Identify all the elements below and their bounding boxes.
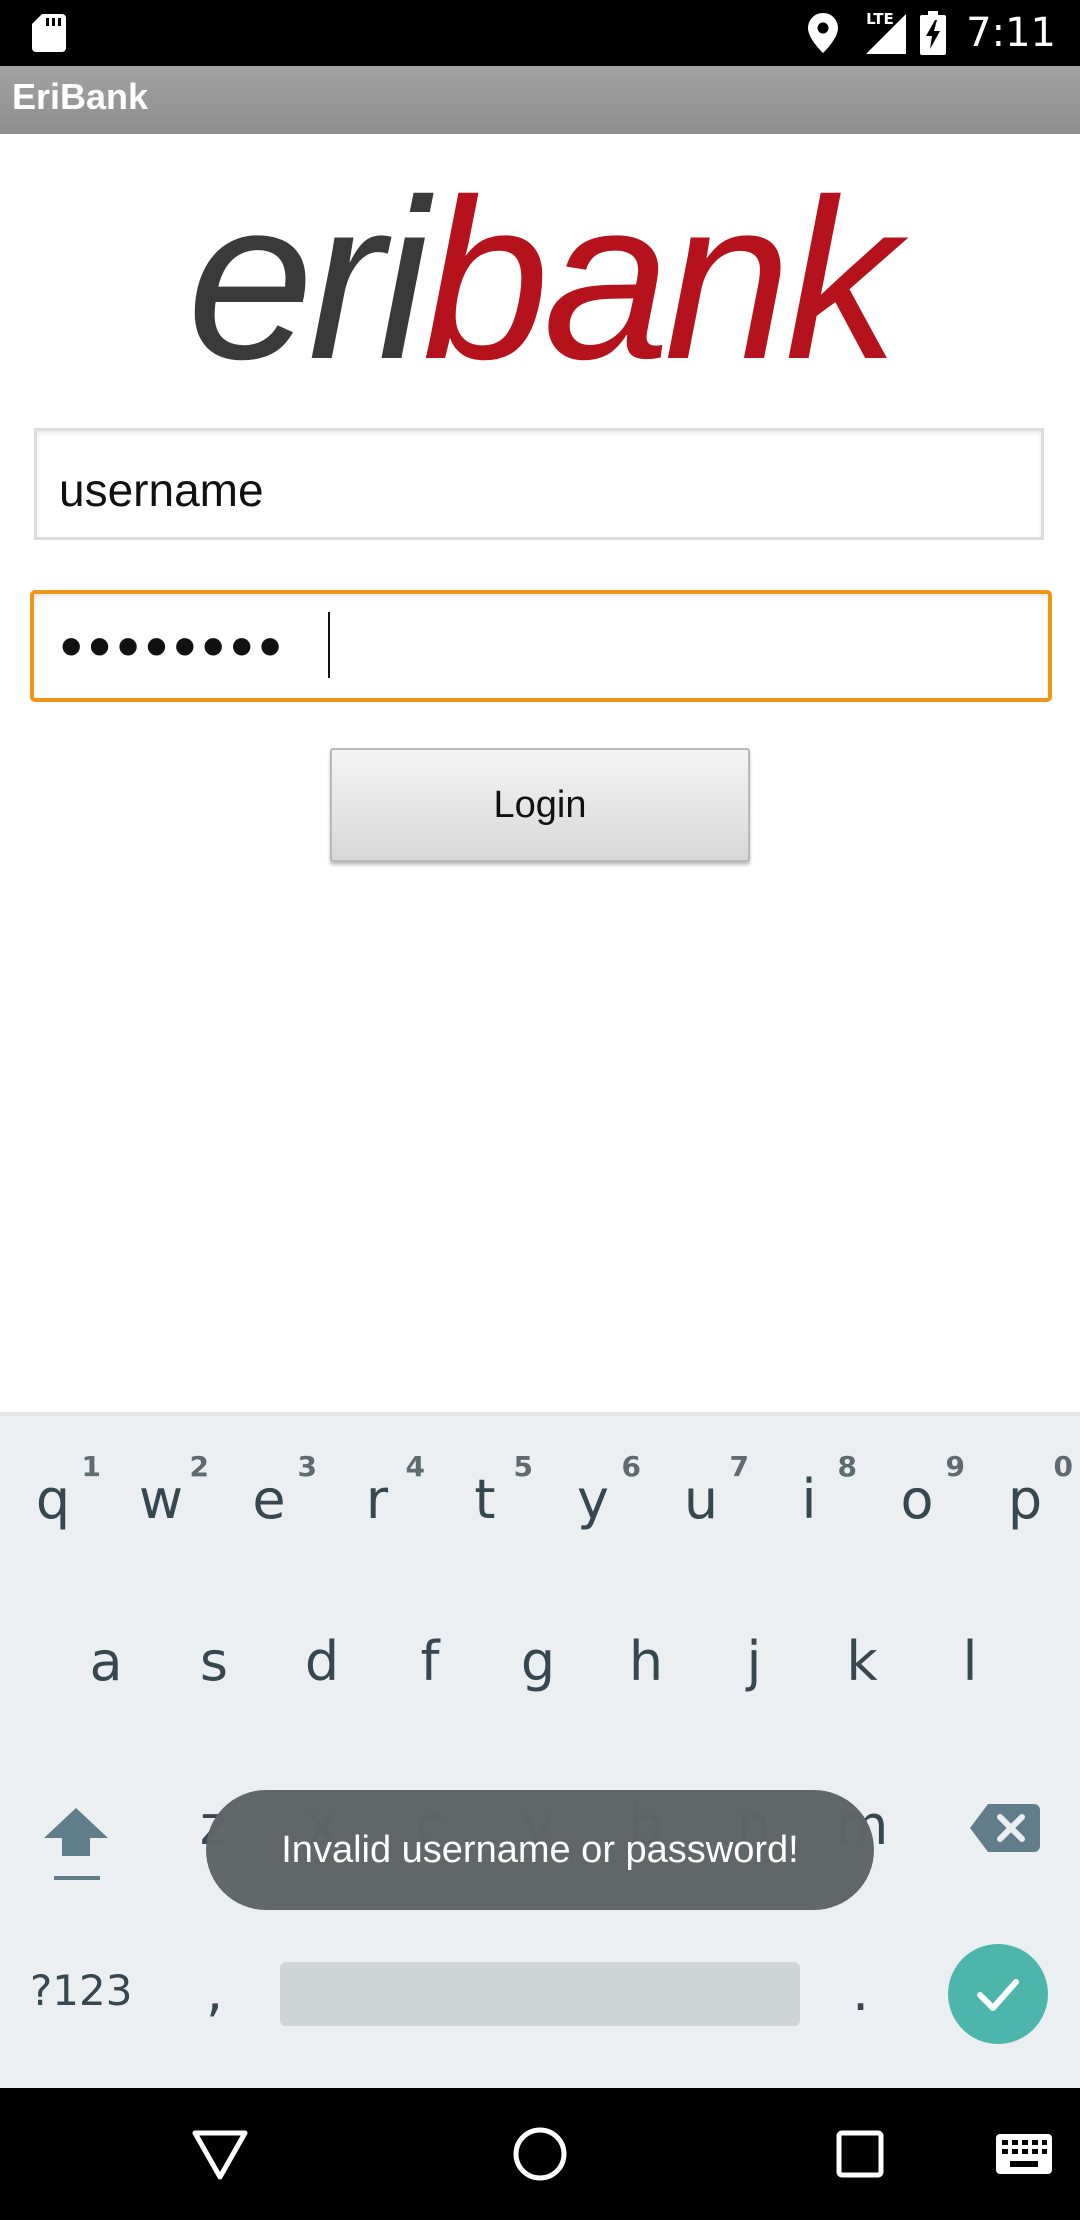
key-d[interactable]: d: [272, 1630, 372, 1720]
login-button[interactable]: Login: [330, 748, 750, 862]
backspace-icon[interactable]: [970, 1804, 1040, 1852]
password-mask: ••••••••: [60, 610, 288, 682]
app-title: EriBank: [12, 76, 149, 117]
action-bar: EriBank: [0, 66, 1080, 134]
key-e[interactable]: 3e: [219, 1450, 319, 1558]
navigation-bar: [0, 2088, 1080, 2220]
key-g[interactable]: g: [488, 1630, 588, 1720]
comma-key[interactable]: ,: [206, 1960, 223, 2023]
key-t[interactable]: 5t: [435, 1450, 535, 1558]
key-i[interactable]: 8i: [759, 1450, 859, 1558]
key-w[interactable]: 2w: [111, 1450, 211, 1558]
toast-message: Invalid username or password!: [281, 1828, 799, 1871]
key-a[interactable]: a: [56, 1630, 156, 1720]
home-icon[interactable]: [512, 2126, 568, 2182]
clock: 7:11: [966, 10, 1056, 56]
error-toast: Invalid username or password!: [206, 1790, 874, 1910]
symbols-key[interactable]: ?123: [30, 1966, 132, 2015]
key-q[interactable]: 1q: [3, 1450, 103, 1558]
username-value: username: [59, 464, 264, 516]
key-f[interactable]: f: [380, 1630, 480, 1720]
key-j[interactable]: j: [704, 1630, 804, 1720]
eribank-logo: eribank: [187, 168, 915, 378]
sd-card-icon: [32, 14, 66, 52]
shift-icon[interactable]: [36, 1800, 116, 1890]
period-key[interactable]: .: [852, 1960, 869, 2023]
key-u[interactable]: 7u: [651, 1450, 751, 1558]
key-s[interactable]: s: [164, 1630, 264, 1720]
username-field[interactable]: username: [34, 428, 1044, 540]
location-icon: [808, 13, 839, 53]
svg-text:eribank: eribank: [187, 168, 909, 378]
battery-charging-icon: [920, 11, 947, 55]
key-l[interactable]: l: [920, 1630, 1020, 1720]
keyboard-icon[interactable]: [996, 2134, 1052, 2174]
text-cursor: [328, 612, 330, 678]
recents-icon[interactable]: [836, 2130, 884, 2178]
key-k[interactable]: k: [812, 1630, 912, 1720]
back-icon[interactable]: [190, 2128, 250, 2182]
key-p[interactable]: 0p: [975, 1450, 1075, 1558]
key-y[interactable]: 6y: [543, 1450, 643, 1558]
signal-icon: LTE: [852, 10, 907, 56]
space-bar[interactable]: [280, 1962, 800, 2026]
key-h[interactable]: h: [596, 1630, 696, 1720]
done-key[interactable]: [948, 1944, 1048, 2044]
key-o[interactable]: 9o: [867, 1450, 967, 1558]
key-r[interactable]: 4r: [327, 1450, 427, 1558]
password-field[interactable]: ••••••••: [30, 590, 1052, 702]
checkmark-icon: [977, 1979, 1019, 2011]
status-bar: LTE 7:11: [0, 0, 1080, 66]
